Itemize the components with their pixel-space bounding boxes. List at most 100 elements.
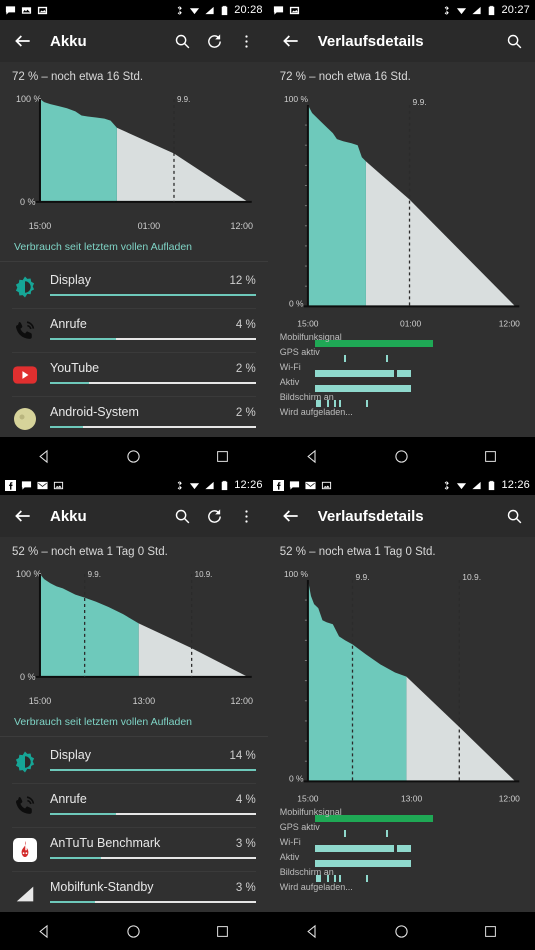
refresh-icon[interactable] (204, 505, 226, 527)
status-time: 20:28 (234, 4, 263, 16)
projection-area (365, 161, 516, 307)
x-tick-2: 12:00 (498, 793, 519, 803)
search-icon[interactable] (503, 30, 525, 52)
legend-track (304, 875, 519, 883)
mobile-signal-icon (12, 881, 38, 907)
list-item-line: Anrufe 4 % (50, 792, 256, 806)
screen-top-left: 20:28 Akku 72 % – noch etwa 16 Std. 100 … (0, 0, 268, 437)
toolbar: Verlaufsdetails (267, 495, 535, 537)
wifi-icon (190, 482, 200, 489)
legend-label: Wird aufgeladen... (279, 407, 353, 418)
usage-note[interactable]: Verbrauch seit letztem vollen Aufladen (0, 710, 268, 737)
recents-button[interactable] (475, 916, 505, 946)
back-arrow-icon[interactable] (278, 503, 304, 529)
legend-label: Aktiv (279, 852, 300, 863)
home-button[interactable] (119, 916, 149, 946)
status-notification-icons (273, 5, 300, 16)
list-item[interactable]: Display 14 % (0, 739, 268, 783)
legend-row-mobilfunksignal: Mobilfunksignal (278, 332, 525, 348)
back-arrow-icon[interactable] (10, 503, 36, 529)
app-percent: 3 % (235, 837, 256, 850)
photo-icon (289, 6, 299, 14)
search-icon[interactable] (503, 505, 525, 527)
app-percent: 3 % (235, 881, 256, 894)
nav-group-left (0, 912, 268, 950)
overflow-menu-icon[interactable] (236, 30, 258, 52)
app-percent: 12 % (229, 274, 256, 287)
battery-chart-large: 100 % 0 % 9.9. 15:00 01:00 12:00 (268, 85, 535, 332)
history-area (39, 573, 139, 677)
list-item-body: AnTuTu Benchmark 3 % (50, 836, 256, 860)
search-icon[interactable] (172, 30, 194, 52)
x-tick-0: 15:00 (297, 318, 318, 328)
app-usage-bar (50, 768, 256, 772)
chart-x-ticks: 15:00 01:00 12:00 (29, 221, 253, 231)
recents-button[interactable] (208, 441, 238, 471)
app-usage-bar (50, 425, 256, 429)
legend-segment (366, 400, 369, 408)
status-bar: 12:26 (0, 475, 268, 495)
image-icon (321, 481, 331, 489)
y-axis-bottom-label: 0 % (289, 773, 304, 783)
usage-note[interactable]: Verbrauch seit letztem vollen Aufladen (0, 235, 268, 262)
toolbar: Akku (0, 20, 268, 62)
list-item[interactable]: Anrufe 4 % (0, 307, 268, 352)
list-item[interactable]: Mobilfunk-Standby 3 % (0, 870, 268, 912)
message-icon (5, 5, 16, 15)
nav-group-right (268, 912, 535, 950)
legend-track (304, 355, 519, 363)
x-tick-0: 15:00 (297, 793, 318, 803)
battery-summary: 52 % – noch etwa 1 Tag 0 Std. (12, 546, 168, 558)
back-button[interactable] (30, 441, 60, 471)
x-tick-1: 01:00 (400, 318, 421, 328)
overflow-menu-icon[interactable] (236, 505, 258, 527)
list-item-body: Display 14 % (50, 748, 256, 772)
back-button[interactable] (30, 916, 60, 946)
app-percent: 4 % (235, 318, 256, 331)
status-notification-icons (5, 5, 48, 16)
facebook-icon (272, 479, 284, 491)
status-system-icons: 20:28 (174, 4, 263, 16)
list-item[interactable]: Android-System 2 % (0, 395, 268, 437)
list-item[interactable]: Anrufe 4 % (0, 782, 268, 827)
back-arrow-icon[interactable] (10, 28, 36, 54)
signal-icon (205, 6, 214, 14)
back-button[interactable] (297, 916, 327, 946)
back-arrow-icon[interactable] (278, 28, 304, 54)
home-button[interactable] (119, 441, 149, 471)
gmail-icon (305, 481, 316, 489)
refresh-icon[interactable] (204, 30, 226, 52)
app-usage-bar-fill (50, 425, 83, 429)
signal-icon (205, 481, 214, 489)
list-item[interactable]: AnTuTu Benchmark 3 % (0, 826, 268, 871)
battery-icon (221, 5, 228, 15)
chart-x-ticks: 15:00 13:00 12:00 (29, 696, 253, 706)
home-button[interactable] (386, 916, 416, 946)
status-bar: 20:27 (267, 0, 535, 20)
wifi-icon (457, 7, 467, 14)
x-tick-0: 15:00 (29, 221, 51, 231)
chart-labels: 100 % 0 % (284, 94, 308, 308)
wifi-icon (190, 7, 200, 14)
toolbar-actions (172, 505, 258, 527)
app-name: Anrufe (50, 316, 87, 331)
app-usage-bar (50, 900, 256, 904)
legend-row-wird-aufgeladen: Wird aufgeladen... (278, 407, 525, 423)
android-system-icon (12, 406, 38, 432)
home-button[interactable] (386, 441, 416, 471)
search-icon[interactable] (172, 505, 194, 527)
x-tick-0: 15:00 (29, 696, 51, 706)
status-bar: 20:28 (0, 0, 268, 20)
list-item[interactable]: YouTube 2 % (0, 351, 268, 396)
projection-area (138, 623, 248, 677)
day-marker-label: 10.9. (462, 572, 481, 582)
legend-segment (366, 875, 369, 883)
list-item[interactable]: Display 12 % (0, 264, 268, 308)
chart-top-right: 100 % 0 % 9.9. 15:00 01:00 12:00 (284, 94, 520, 328)
legend-track (304, 830, 519, 838)
legend-segment (397, 845, 412, 853)
recents-button[interactable] (475, 441, 505, 471)
recents-button[interactable] (208, 916, 238, 946)
back-button[interactable] (297, 441, 327, 471)
image-icon (53, 481, 64, 489)
